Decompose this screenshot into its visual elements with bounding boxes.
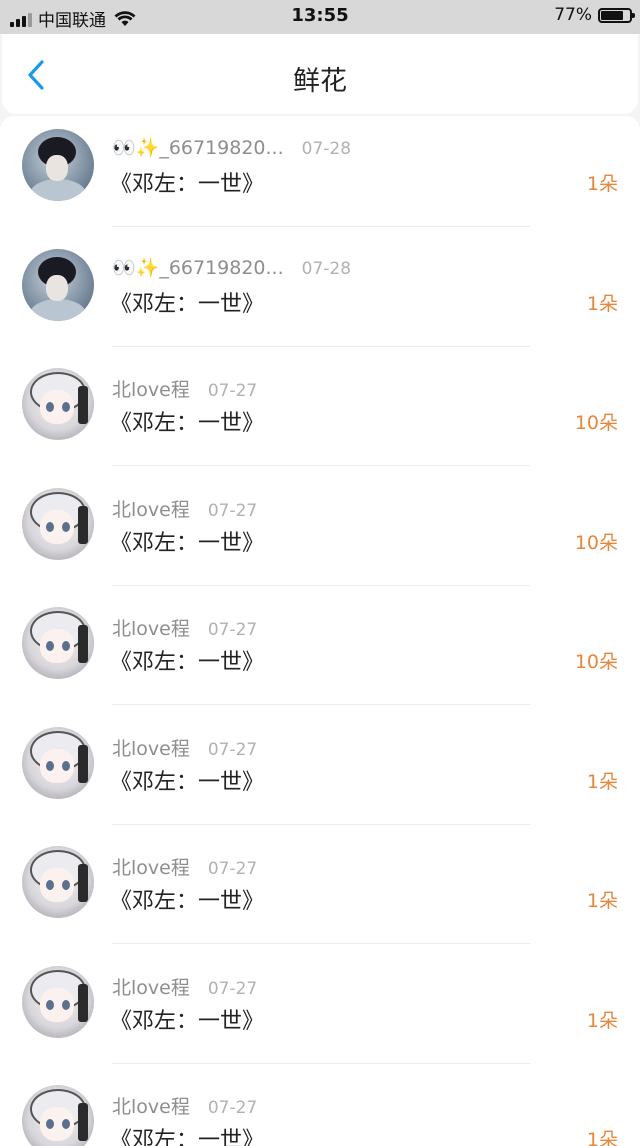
- list-item[interactable]: 北love程 07-27 《邓左：一世》 1朵: [0, 953, 640, 1072]
- list-item[interactable]: 北love程 07-27 《邓左：一世》 10朵: [0, 475, 640, 594]
- status-right: 77%: [554, 5, 635, 25]
- divider: [112, 823, 530, 825]
- battery-nub: [632, 12, 635, 18]
- flower-count: 10朵: [574, 531, 618, 554]
- list-item[interactable]: 北love程 07-27 《邓左：一世》 1朵: [0, 833, 640, 952]
- clock: 13:55: [291, 5, 349, 26]
- status-bar: 中国联通 13:55 77%: [0, 0, 640, 34]
- name-row: 北love程 07-27: [112, 614, 257, 641]
- divider: [112, 465, 530, 466]
- divider: [112, 345, 530, 347]
- flower-count: 1朵: [586, 173, 618, 195]
- book-title: 《邓左：一世》: [110, 650, 265, 675]
- name-row: 👀✨_66719820... 07-28: [112, 256, 351, 279]
- date: 07-27: [207, 978, 258, 999]
- avatar[interactable]: [22, 965, 94, 1038]
- nav-bar: 鲜花: [2, 34, 638, 114]
- battery-fill: [601, 10, 623, 20]
- date: 07-27: [207, 1098, 258, 1118]
- date: 07-28: [301, 139, 352, 159]
- avatar[interactable]: [22, 846, 94, 918]
- list-item[interactable]: 👀✨_66719820... 07-28 《邓左：一世》 1朵: [0, 116, 640, 235]
- book-title: 《邓左：一世》: [110, 889, 265, 914]
- name-row: 北love程 07-27: [112, 973, 257, 1000]
- username[interactable]: 👀✨_66719820...: [112, 136, 284, 159]
- username[interactable]: 北love程: [112, 1092, 190, 1119]
- divider: [112, 584, 530, 586]
- date: 07-27: [207, 739, 258, 760]
- list-item[interactable]: 北love程 07-27 《邓左：一世》 10朵: [0, 594, 640, 713]
- page-title: 鲜花: [293, 66, 347, 97]
- battery-icon: [598, 7, 635, 23]
- avatar[interactable]: [22, 1085, 94, 1146]
- avatar[interactable]: [22, 487, 94, 560]
- flower-count: 1朵: [586, 770, 618, 793]
- name-row: 北love程 07-27: [112, 853, 257, 880]
- username[interactable]: 北love程: [112, 734, 190, 761]
- list-item[interactable]: 北love程 07-27 《邓左：一世》 10朵: [0, 355, 640, 474]
- date: 07-27: [207, 620, 258, 640]
- book-title: 《邓左：一世》: [110, 769, 265, 795]
- book-title: 《邓左：一世》: [110, 530, 265, 556]
- book-title: 《邓左：一世》: [110, 411, 265, 436]
- divider: [112, 1062, 530, 1064]
- divider: [112, 943, 530, 944]
- date: 07-28: [301, 258, 352, 279]
- name-row: 北love程 07-27: [112, 1092, 257, 1119]
- battery-percent: 77%: [554, 5, 592, 25]
- date: 07-27: [207, 859, 258, 879]
- divider: [112, 226, 530, 227]
- avatar[interactable]: [22, 248, 94, 321]
- flower-list: 👀✨_66719820... 07-28 《邓左：一世》 1朵 👀✨_66719820.…: [0, 116, 640, 1146]
- divider: [112, 704, 530, 705]
- username[interactable]: 北love程: [112, 495, 190, 522]
- username[interactable]: 👀✨_66719820...: [112, 256, 284, 279]
- username[interactable]: 北love程: [112, 614, 190, 641]
- date: 07-27: [207, 500, 258, 521]
- book-title: 《邓左：一世》: [110, 291, 265, 317]
- name-row: 北love程 07-27: [112, 495, 257, 522]
- list-item[interactable]: 北love程 07-27 《邓左：一世》 1朵: [0, 714, 640, 833]
- username[interactable]: 北love程: [112, 375, 190, 402]
- username[interactable]: 北love程: [112, 853, 190, 880]
- name-row: 北love程 07-27: [112, 734, 257, 761]
- avatar[interactable]: [22, 726, 94, 799]
- flower-count: 10朵: [574, 651, 618, 673]
- flower-count: 1朵: [586, 1129, 618, 1146]
- name-row: 北love程 07-27: [112, 375, 257, 402]
- flower-count: 1朵: [586, 1009, 618, 1032]
- book-title: 《邓左：一世》: [110, 172, 265, 197]
- username[interactable]: 北love程: [112, 973, 190, 1000]
- avatar[interactable]: [22, 129, 94, 201]
- book-title: 《邓左：一世》: [110, 1128, 265, 1146]
- name-row: 👀✨_66719820... 07-28: [112, 136, 351, 159]
- avatar[interactable]: [22, 607, 94, 679]
- flower-count: 10朵: [574, 412, 618, 434]
- flower-count: 1朵: [586, 292, 618, 315]
- avatar[interactable]: [22, 368, 94, 440]
- list-item[interactable]: 北love程 07-27 《邓左：一世》 1朵: [0, 1072, 640, 1146]
- date: 07-27: [207, 381, 258, 401]
- flower-count: 1朵: [586, 890, 618, 912]
- book-title: 《邓左：一世》: [110, 1008, 265, 1034]
- list-item[interactable]: 👀✨_66719820... 07-28 《邓左：一世》 1朵: [0, 236, 640, 355]
